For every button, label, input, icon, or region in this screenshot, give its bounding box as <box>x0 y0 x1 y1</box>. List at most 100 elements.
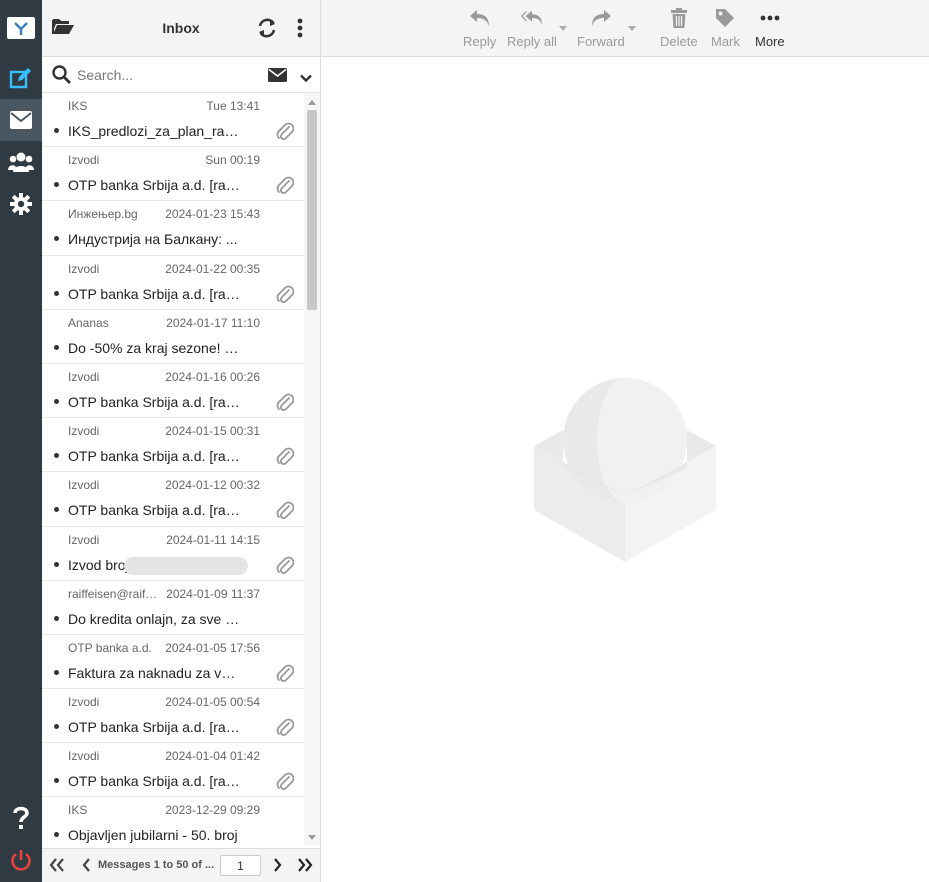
scroll-up-arrow[interactable] <box>308 100 316 105</box>
message-date: 2024-01-11 14:15 <box>166 532 260 547</box>
message-row[interactable]: Инжењер.bg 2024-01-23 15:43 Индустрија на … <box>42 201 304 256</box>
search-icon <box>52 65 71 89</box>
unread-dot-icon <box>54 724 59 730</box>
forward-button[interactable]: Forward <box>577 6 625 52</box>
help-button[interactable] <box>0 797 42 839</box>
message-sender: Ananas <box>68 315 109 330</box>
unread-dot-icon <box>54 669 59 675</box>
message-subject: Faktura za naknadu za vođenje računa <box>68 664 240 681</box>
trash-icon <box>667 6 691 30</box>
power-icon <box>11 850 31 871</box>
forward-dropdown[interactable] <box>626 6 638 52</box>
list-options-icon[interactable] <box>297 18 303 43</box>
message-toolbar: Reply Reply all Forward Delete Mark More <box>321 0 929 57</box>
message-row[interactable]: Izvodi 2024-01-22 00:35 OTP banka Srbija a… <box>42 256 304 310</box>
app-logo[interactable] <box>7 17 35 39</box>
compose-button[interactable] <box>0 57 42 99</box>
attachment-icon <box>276 392 295 412</box>
mark-button[interactable]: Mark <box>711 6 740 52</box>
logout-button[interactable] <box>0 839 42 881</box>
message-row[interactable]: IKS 2023-12-29 09:29 Objavljen jubilarni -… <box>42 797 304 845</box>
unread-dot-icon <box>54 778 59 784</box>
message-subject: OTP banka Srbija a.d. [račun] <box>68 285 240 302</box>
page-number-input[interactable]: 1 <box>220 855 261 876</box>
reply-icon <box>468 6 492 30</box>
scroll-thumb[interactable] <box>307 110 317 310</box>
compose-icon <box>9 68 31 89</box>
message-row[interactable]: Izvodi 2024-01-11 14:15 Izvod broj <box>42 527 304 581</box>
last-page-icon[interactable] <box>296 857 314 873</box>
message-sender: Izvodi <box>68 532 100 547</box>
message-sender: Инжењер.bg <box>68 207 138 222</box>
list-header: Inbox <box>42 0 320 57</box>
message-date: Sun 00:19 <box>205 153 260 168</box>
unread-dot-icon <box>54 453 59 459</box>
reply-all-label: Reply all <box>507 34 557 49</box>
attachment-icon <box>276 121 295 141</box>
more-button[interactable]: More <box>755 6 785 52</box>
attachment-icon <box>276 175 295 195</box>
message-sender: IKS <box>68 803 88 818</box>
message-sender: Izvodi <box>68 261 100 276</box>
message-date: 2023-12-29 09:29 <box>165 803 260 818</box>
message-sender: Izvodi <box>68 478 100 493</box>
delete-button[interactable]: Delete <box>660 6 698 52</box>
message-row[interactable]: Izvodi 2024-01-15 00:31 OTP banka Srbija a… <box>42 418 304 473</box>
scroll-down-arrow[interactable] <box>308 835 316 840</box>
message-date: 2024-01-23 15:43 <box>165 207 260 222</box>
message-row[interactable]: Ananas 2024-01-17 11:10 Do -50% za kraj se… <box>42 310 304 364</box>
mail-button[interactable] <box>0 99 42 141</box>
unread-dot-icon <box>54 561 59 567</box>
unread-dot-icon <box>54 398 59 404</box>
reply-all-icon <box>520 6 544 30</box>
reply-all-dropdown[interactable] <box>557 6 569 52</box>
reply-all-button[interactable]: Reply all <box>507 6 557 52</box>
next-page-icon[interactable] <box>268 857 286 873</box>
message-subject: OTP banka Srbija a.d. [račun] <box>68 719 240 736</box>
message-row[interactable]: Izvodi Sun 00:19 OTP banka Srbija a.d. [ra… <box>42 147 304 202</box>
empty-mailbox-illustration <box>534 378 716 562</box>
search-input[interactable]: Search... <box>77 67 133 83</box>
envelope-filter-icon[interactable] <box>268 68 287 87</box>
settings-button[interactable] <box>0 183 42 225</box>
previous-page-icon[interactable] <box>78 857 96 873</box>
message-row[interactable]: OTP banka a.d. 2024-01-05 17:56 Faktura za… <box>42 635 304 690</box>
nav-rail <box>0 0 42 882</box>
message-subject: OTP banka Srbija a.d. [račun] <box>68 502 240 519</box>
message-subject: OTP banka Srbija a.d. [račun] <box>68 177 240 194</box>
unread-dot-icon <box>54 290 59 296</box>
message-row[interactable]: IKS Tue 13:41 IKS_predlozi_za_plan_rada_20… <box>42 93 304 148</box>
refresh-icon[interactable] <box>256 17 278 44</box>
message-row[interactable]: Izvodi 2024-01-05 00:54 OTP banka Srbija a… <box>42 689 304 744</box>
message-row[interactable]: Izvodi 2024-01-16 00:26 OTP banka Srbija a… <box>42 364 304 419</box>
first-page-icon[interactable] <box>48 857 66 873</box>
attachment-icon <box>276 446 295 466</box>
message-list-panel: Inbox Search... IKS Tue 13:41 IKS_predlozi… <box>42 0 321 882</box>
message-sender: OTP banka a.d. <box>68 640 152 655</box>
message-row[interactable]: raiffeisen@raiffeisenbank.rs 2024-01-09 1… <box>42 581 304 635</box>
message-subject: Objavljen jubilarni - 50. broj <box>68 827 238 844</box>
search-bar[interactable]: Search... <box>42 57 320 93</box>
more-icon <box>758 6 782 30</box>
message-row[interactable]: Izvodi 2024-01-04 01:42 OTP banka Srbija a… <box>42 743 304 798</box>
message-sender: Izvodi <box>68 749 100 764</box>
message-date: 2024-01-05 17:56 <box>165 640 260 655</box>
list-scrollbar[interactable] <box>304 93 320 845</box>
message-sender: Izvodi <box>68 695 100 710</box>
message-date: Tue 13:41 <box>206 99 260 113</box>
forward-label: Forward <box>577 34 625 49</box>
message-list: IKS Tue 13:41 IKS_predlozi_za_plan_rada_20… <box>42 93 304 845</box>
message-date: 2024-01-17 11:10 <box>166 315 260 330</box>
chevron-down-icon[interactable] <box>300 70 312 88</box>
reply-button[interactable]: Reply <box>463 6 496 52</box>
forward-icon <box>589 6 613 30</box>
folder-title: Inbox <box>162 20 200 36</box>
more-label: More <box>755 34 785 49</box>
tag-icon <box>713 6 737 30</box>
attachment-icon <box>276 771 295 791</box>
message-row[interactable]: Izvodi 2024-01-12 00:32 OTP banka Srbija a… <box>42 472 304 527</box>
contacts-button[interactable] <box>0 141 42 183</box>
unread-dot-icon <box>54 128 59 133</box>
message-date: 2024-01-09 11:37 <box>166 586 260 601</box>
message-subject: Do kredita onlajn, za sve građane <box>68 610 240 627</box>
